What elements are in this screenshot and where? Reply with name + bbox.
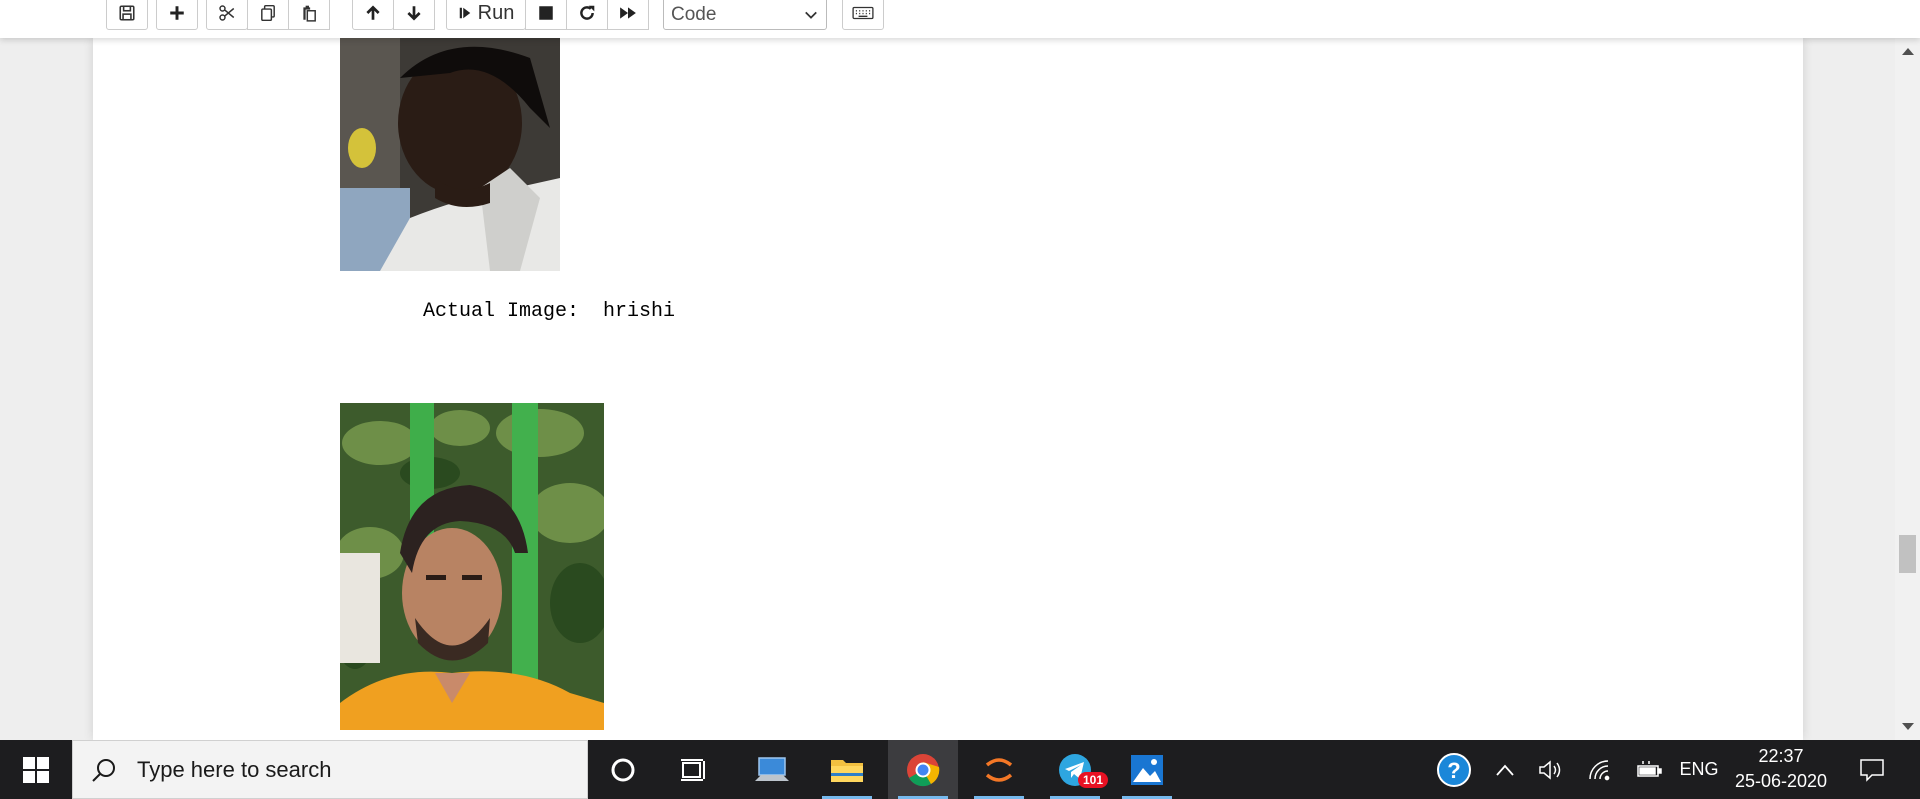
arrow-down-icon <box>407 6 421 21</box>
move-down-button[interactable] <box>393 0 435 30</box>
move-up-button[interactable] <box>352 0 394 30</box>
plus-icon <box>170 6 184 20</box>
windows-logo-icon <box>23 756 49 783</box>
battery-button[interactable] <box>1632 740 1666 799</box>
taskbar-clock[interactable]: 22:37 25-06-2020 <box>1726 744 1836 796</box>
show-hidden-icons-button[interactable] <box>1490 740 1520 799</box>
restart-button[interactable] <box>566 0 608 30</box>
restart-run-all-button[interactable] <box>607 0 649 30</box>
cell-type-value: Code <box>671 4 717 25</box>
arrow-up-icon <box>366 5 380 20</box>
battery-icon <box>1637 760 1662 777</box>
insert-cell-button[interactable] <box>156 0 198 30</box>
run-group: Run <box>446 0 649 30</box>
notebook-container: Actual Image: hrishi <box>93 38 1803 740</box>
run-button[interactable]: Run <box>446 0 526 30</box>
volume-button[interactable] <box>1536 740 1566 799</box>
tray-help-button[interactable]: ? <box>1432 740 1476 799</box>
taskbar-app-file-explorer[interactable] <box>812 740 882 799</box>
taskbar-app-pc[interactable] <box>737 740 807 799</box>
cortana-circle-icon <box>611 758 635 781</box>
notification-badge: 101 <box>1078 772 1109 788</box>
notebook-toolbar: Run Code <box>0 0 1920 38</box>
edit-group <box>206 0 330 30</box>
clock-date: 25-06-2020 <box>1734 771 1828 791</box>
copy-button[interactable] <box>247 0 289 30</box>
input-language-indicator[interactable]: ENG <box>1678 740 1720 799</box>
svg-text:?: ? <box>1447 758 1460 783</box>
run-label: Run <box>477 1 515 24</box>
page-scrollbar[interactable] <box>1895 38 1920 740</box>
task-view-button[interactable] <box>660 740 730 799</box>
save-icon <box>119 5 135 21</box>
taskbar-app-jupyter[interactable] <box>964 740 1034 799</box>
action-center-button[interactable] <box>1852 740 1892 799</box>
chevron-up-icon <box>1496 764 1514 776</box>
paste-icon <box>303 5 316 22</box>
task-view-icon <box>681 758 705 781</box>
start-button[interactable] <box>0 740 72 799</box>
keyboard-icon <box>852 6 874 20</box>
move-group <box>352 0 435 30</box>
command-palette-button[interactable] <box>842 0 884 30</box>
photos-icon <box>1131 754 1163 785</box>
save-button[interactable] <box>106 0 148 30</box>
command-palette-group <box>842 0 884 30</box>
notification-icon <box>1860 758 1884 782</box>
chrome-icon <box>907 753 940 786</box>
taskbar-app-photos[interactable] <box>1112 740 1182 799</box>
folder-icon <box>831 759 863 782</box>
taskbar-app-chrome[interactable] <box>888 740 958 799</box>
network-button[interactable] <box>1586 740 1616 799</box>
computer-icon <box>755 756 789 781</box>
cortana-button[interactable] <box>588 740 658 799</box>
cut-button[interactable] <box>206 0 248 30</box>
output-text-actual-image: Actual Image: hrishi <box>423 300 676 323</box>
output-image-2 <box>340 403 604 730</box>
chevron-down-icon <box>805 11 817 19</box>
cell-type-select[interactable]: Code <box>663 0 827 30</box>
fast-forward-icon <box>620 7 636 19</box>
scroll-down-arrow-icon[interactable] <box>1902 723 1914 730</box>
save-group <box>106 0 148 30</box>
taskbar-app-telegram[interactable]: 101 <box>1040 740 1110 799</box>
interrupt-button[interactable] <box>525 0 567 30</box>
scissors-icon <box>219 5 235 21</box>
clock-time: 22:37 <box>1758 746 1804 766</box>
stop-icon <box>539 6 553 20</box>
help-icon: ? <box>1437 752 1471 787</box>
wifi-icon <box>1589 759 1610 780</box>
windows-taskbar: Type here to search 101 ? ENG 22:37 25-0… <box>0 740 1920 799</box>
step-forward-icon <box>459 7 470 19</box>
output-image-1 <box>340 38 560 271</box>
restart-icon <box>580 5 595 20</box>
taskbar-search-box[interactable]: Type here to search <box>72 740 588 799</box>
copy-icon <box>261 4 275 22</box>
paste-button[interactable] <box>288 0 330 30</box>
scroll-up-arrow-icon[interactable] <box>1902 48 1914 55</box>
search-placeholder: Type here to search <box>137 756 332 782</box>
search-icon <box>92 758 115 782</box>
speaker-icon <box>1539 759 1561 780</box>
jupyter-icon <box>985 757 1013 782</box>
insert-group <box>156 0 198 30</box>
scrollbar-thumb[interactable] <box>1899 535 1916 573</box>
